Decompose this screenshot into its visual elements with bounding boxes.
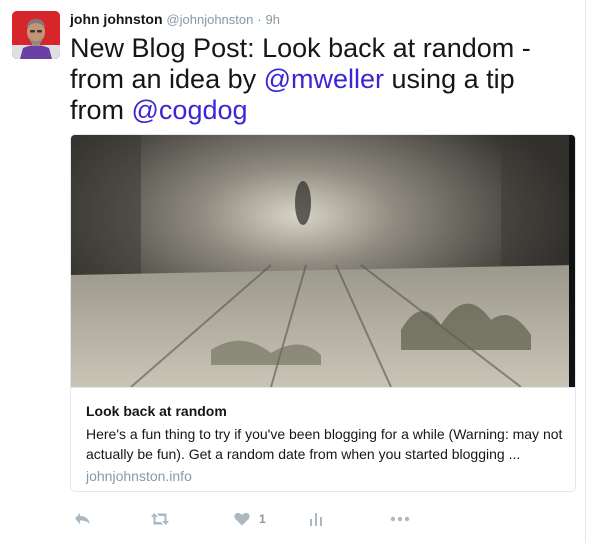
timestamp[interactable]: 9h (265, 12, 279, 27)
reply-icon (75, 513, 90, 524)
analytics-button[interactable] (310, 508, 322, 530)
like-count: 1 (259, 512, 266, 526)
card-domain[interactable]: johnjohnston.info (86, 467, 192, 485)
mention-mweller[interactable]: @mweller (264, 64, 384, 94)
author-handle[interactable]: @johnjohnston (166, 12, 253, 27)
mention-cogdog[interactable]: @cogdog (132, 95, 248, 125)
card-image[interactable] (71, 135, 575, 387)
card-description: Here's a fun thing to try if you've been… (86, 426, 563, 462)
analytics-icon (310, 513, 322, 526)
card-title[interactable]: Look back at random (86, 402, 227, 420)
retweet-icon (151, 513, 169, 525)
more-button[interactable] (390, 508, 410, 530)
retweet-button[interactable] (150, 508, 170, 530)
heart-icon (234, 512, 250, 526)
reply-button[interactable] (74, 508, 91, 530)
more-icon (390, 516, 410, 522)
tweet: john johnston @johnjohnston · 9h New Blo… (0, 0, 585, 543)
avatar-illustration (12, 11, 60, 59)
card-body[interactable]: Look back at random Here's a fun thing t… (71, 387, 575, 491)
tweet-text: New Blog Post: Look back at random - fro… (70, 33, 575, 126)
tweet-actions: 1 (70, 508, 575, 530)
avatar[interactable] (12, 11, 60, 59)
author-name[interactable]: john johnston (70, 11, 163, 27)
separator: · (257, 12, 262, 27)
like-button[interactable]: 1 (234, 508, 266, 530)
tweet-header: john johnston @johnjohnston · 9h (70, 10, 280, 29)
column-border (585, 0, 586, 543)
link-card[interactable]: Look back at random Here's a fun thing t… (70, 134, 576, 492)
